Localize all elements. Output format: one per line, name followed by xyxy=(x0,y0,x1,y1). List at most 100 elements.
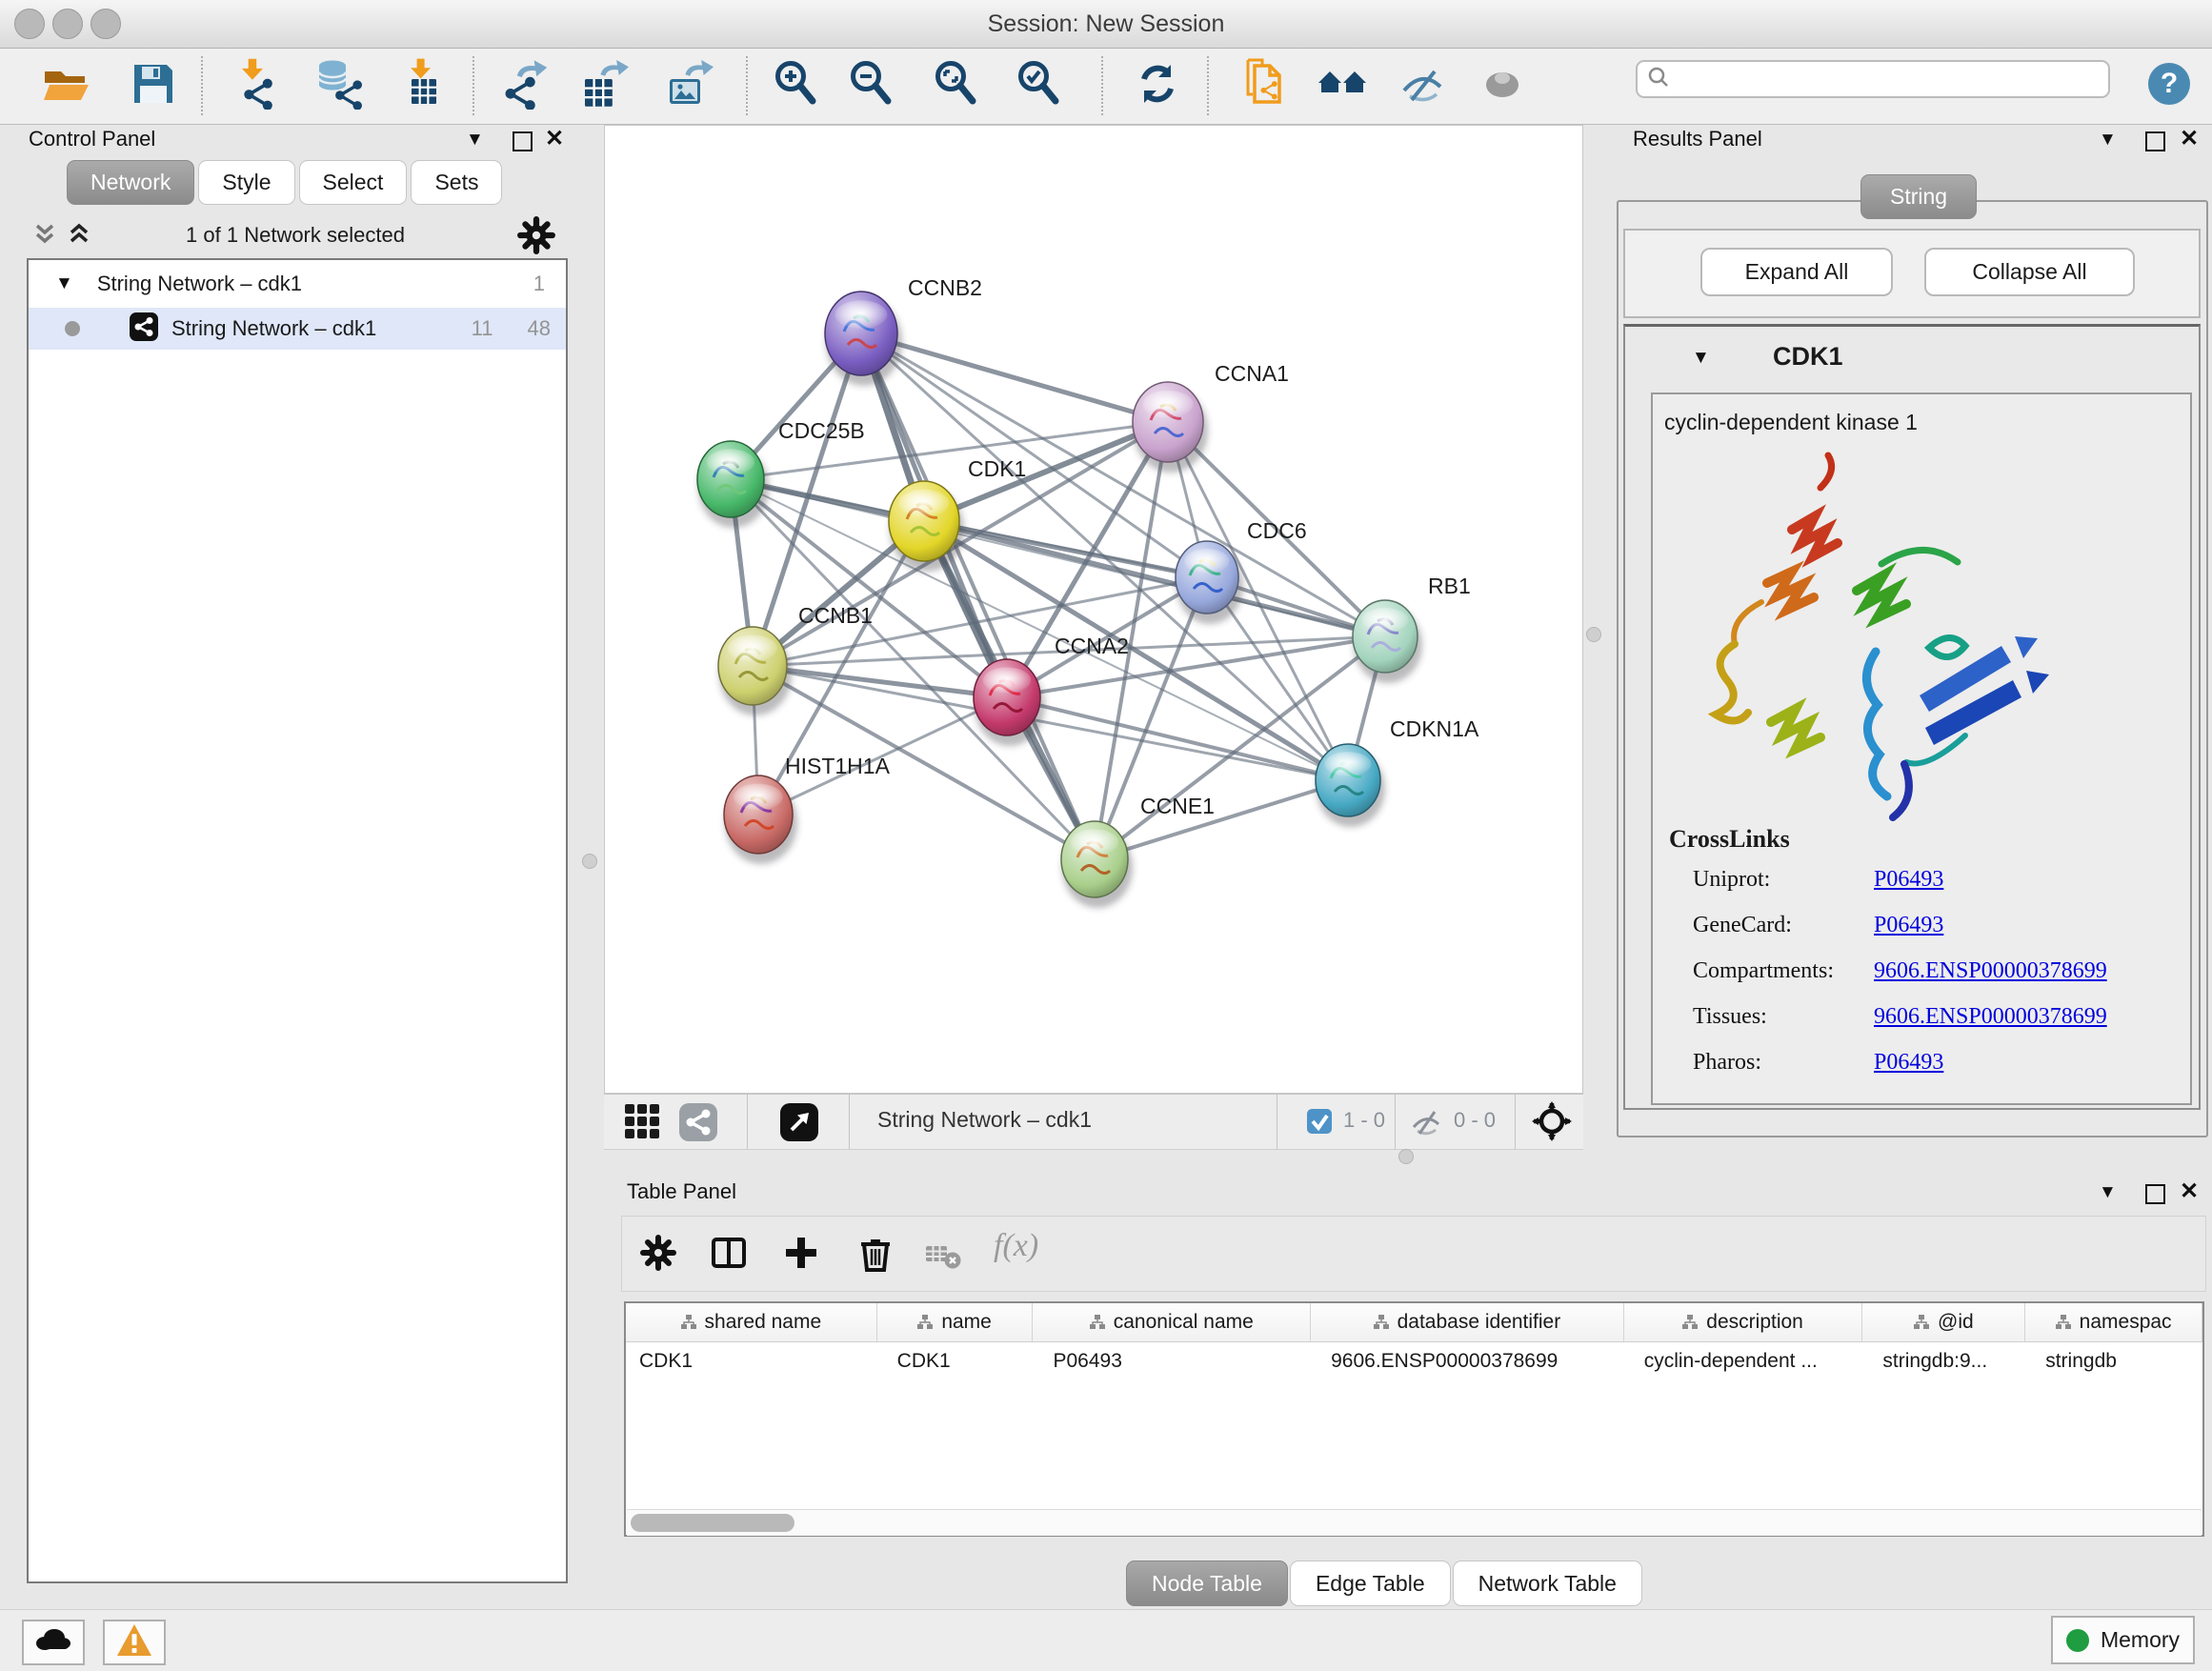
graph-node-CCNA1[interactable]: CCNA1 xyxy=(1133,361,1289,473)
table-cell[interactable]: stringdb:9... xyxy=(1862,1342,2025,1380)
table-cell[interactable]: CDK1 xyxy=(626,1342,877,1380)
control-panel-title: Control Panel xyxy=(29,127,155,151)
column-header-name[interactable]: name xyxy=(877,1303,1034,1341)
import-table-icon[interactable] xyxy=(391,58,446,113)
crosslink-link[interactable]: P06493 xyxy=(1874,1050,1943,1076)
control-panel-float-icon[interactable] xyxy=(513,131,533,156)
column-header-database-identifier[interactable]: database identifier xyxy=(1311,1303,1624,1341)
open-in-window-icon[interactable] xyxy=(779,1102,819,1147)
show-all-icon[interactable] xyxy=(1475,58,1530,113)
collection-expander-icon[interactable]: ▼ xyxy=(55,273,73,294)
table-cell[interactable]: cyclin-dependent ... xyxy=(1624,1342,1863,1380)
tab-node-table[interactable]: Node Table xyxy=(1126,1560,1288,1606)
export-network-icon[interactable] xyxy=(497,58,553,113)
graph-node-CCNB1[interactable]: CCNB1 xyxy=(718,603,873,715)
import-network-database-icon[interactable] xyxy=(312,58,368,113)
main-toolbar: ? xyxy=(0,49,2212,125)
refresh-view-icon[interactable] xyxy=(1130,58,1185,113)
table-cell[interactable]: P06493 xyxy=(1033,1342,1311,1380)
zoom-fit-icon[interactable] xyxy=(929,58,984,113)
network-canvas[interactable]: CDK1 CCNB1 CCNB2 CCNA1 CCNA2 CCNE1 xyxy=(604,125,1583,1094)
results-panel-float-icon[interactable] xyxy=(2145,131,2165,156)
crosslink-link[interactable]: 9606.ENSP00000378699 xyxy=(1874,1004,2107,1030)
search-input[interactable] xyxy=(1670,66,2093,92)
tab-network[interactable]: Network xyxy=(67,160,194,205)
table-panel-collapse-icon[interactable]: ▼ xyxy=(2099,1182,2117,1203)
crosslink-link[interactable]: P06493 xyxy=(1874,867,1943,893)
import-network-file-icon[interactable] xyxy=(225,58,280,113)
table-row[interactable]: CDK1CDK1P064939606.ENSP00000378699cyclin… xyxy=(626,1342,2202,1380)
expand-all-button[interactable]: Expand All xyxy=(1700,248,1893,296)
zoom-in-icon[interactable] xyxy=(769,58,824,113)
column-header-description[interactable]: description xyxy=(1624,1303,1863,1341)
zoom-out-icon[interactable] xyxy=(844,58,899,113)
column-header-canonical-name[interactable]: canonical name xyxy=(1033,1303,1311,1341)
tab-select[interactable]: Select xyxy=(299,160,408,205)
network-options-gear-icon[interactable] xyxy=(516,215,556,260)
control-panel-close-icon[interactable]: ✕ xyxy=(545,125,564,152)
export-table-icon[interactable] xyxy=(577,58,633,113)
tab-edge-table[interactable]: Edge Table xyxy=(1290,1560,1451,1606)
tab-string[interactable]: String xyxy=(1860,174,1977,219)
table-cell[interactable]: CDK1 xyxy=(877,1342,1034,1380)
grid-view-icon[interactable] xyxy=(625,1104,661,1145)
table-panel-title: Table Panel xyxy=(627,1179,736,1204)
search-field[interactable] xyxy=(1636,60,2110,98)
memory-button[interactable]: Memory xyxy=(2051,1616,2195,1664)
network-tree: ▼ String Network – cdk1 1 String Network… xyxy=(27,258,568,1583)
network-share-icon[interactable] xyxy=(678,1102,718,1147)
table-panel-float-icon[interactable] xyxy=(2145,1184,2165,1209)
collapse-all-button[interactable]: Collapse All xyxy=(1924,248,2135,296)
graph-node-HIST1H1A[interactable]: HIST1H1A xyxy=(724,754,891,864)
bottom-splitter-handle[interactable] xyxy=(1398,1149,1414,1164)
tab-sets[interactable]: Sets xyxy=(411,160,502,205)
column-header-namespac[interactable]: namespac xyxy=(2025,1303,2202,1341)
birds-eye-view-icon[interactable] xyxy=(1532,1101,1572,1146)
show-columns-icon[interactable] xyxy=(710,1234,748,1277)
export-image-icon[interactable] xyxy=(662,58,717,113)
svg-text:CCNB2: CCNB2 xyxy=(908,275,982,300)
table-tabs: Node Table Edge Table Network Table xyxy=(1126,1560,1642,1606)
graph-node-RB1[interactable]: RB1 xyxy=(1353,574,1471,683)
crosslink-link[interactable]: P06493 xyxy=(1874,913,1943,938)
table-cell[interactable]: stringdb xyxy=(2025,1342,2202,1380)
graph-node-CCNE1[interactable]: CCNE1 xyxy=(1061,794,1215,908)
open-session-icon[interactable] xyxy=(38,58,93,113)
column-header--id[interactable]: @id xyxy=(1862,1303,2025,1341)
scrollbar-thumb[interactable] xyxy=(631,1514,794,1532)
save-session-icon[interactable] xyxy=(126,58,181,113)
crosslink-label: Pharos: xyxy=(1693,1050,1874,1076)
collapse-all-networks-icon[interactable] xyxy=(32,221,57,251)
entry-expander-icon[interactable]: ▼ xyxy=(1692,348,1710,369)
network-collection-row[interactable]: ▼ String Network – cdk1 1 xyxy=(29,260,566,308)
hidden-eye-icon[interactable] xyxy=(1410,1106,1442,1143)
add-column-icon[interactable] xyxy=(782,1234,820,1277)
tab-network-table[interactable]: Network Table xyxy=(1453,1560,1642,1606)
control-panel-collapse-icon[interactable]: ▼ xyxy=(466,130,484,151)
table-horizontal-scrollbar[interactable] xyxy=(627,1509,2202,1536)
cloud-status-button[interactable] xyxy=(22,1620,85,1665)
table-panel-close-icon[interactable]: ✕ xyxy=(2180,1178,2199,1205)
zoom-selected-icon[interactable] xyxy=(1012,58,1067,113)
graph-node-CDKN1A[interactable]: CDKN1A xyxy=(1316,716,1479,827)
hide-selected-icon[interactable] xyxy=(1395,58,1450,113)
network-row-selected[interactable]: String Network – cdk1 11 48 xyxy=(29,308,566,350)
selected-checkbox-icon[interactable] xyxy=(1307,1109,1333,1139)
results-buttons-bar: Expand All Collapse All xyxy=(1623,229,2201,318)
network-snapshot-icon[interactable] xyxy=(1239,58,1295,113)
column-header-shared-name[interactable]: shared name xyxy=(626,1303,877,1341)
right-splitter-handle[interactable] xyxy=(1586,627,1601,642)
delete-column-icon[interactable] xyxy=(855,1232,896,1278)
home-icon[interactable] xyxy=(1315,58,1370,113)
results-panel-collapse-icon[interactable]: ▼ xyxy=(2099,130,2117,151)
results-panel-close-icon[interactable]: ✕ xyxy=(2180,125,2199,152)
graph-node-CCNB2[interactable]: CCNB2 xyxy=(825,275,982,386)
tab-style[interactable]: Style xyxy=(198,160,294,205)
crosslink-link[interactable]: 9606.ENSP00000378699 xyxy=(1874,958,2107,984)
warnings-button[interactable] xyxy=(103,1620,166,1665)
table-cell[interactable]: 9606.ENSP00000378699 xyxy=(1311,1342,1624,1380)
left-splitter-handle[interactable] xyxy=(582,854,597,869)
expand-all-networks-icon[interactable] xyxy=(67,221,91,251)
table-settings-gear-icon[interactable] xyxy=(639,1234,677,1277)
help-icon[interactable]: ? xyxy=(2142,58,2197,113)
